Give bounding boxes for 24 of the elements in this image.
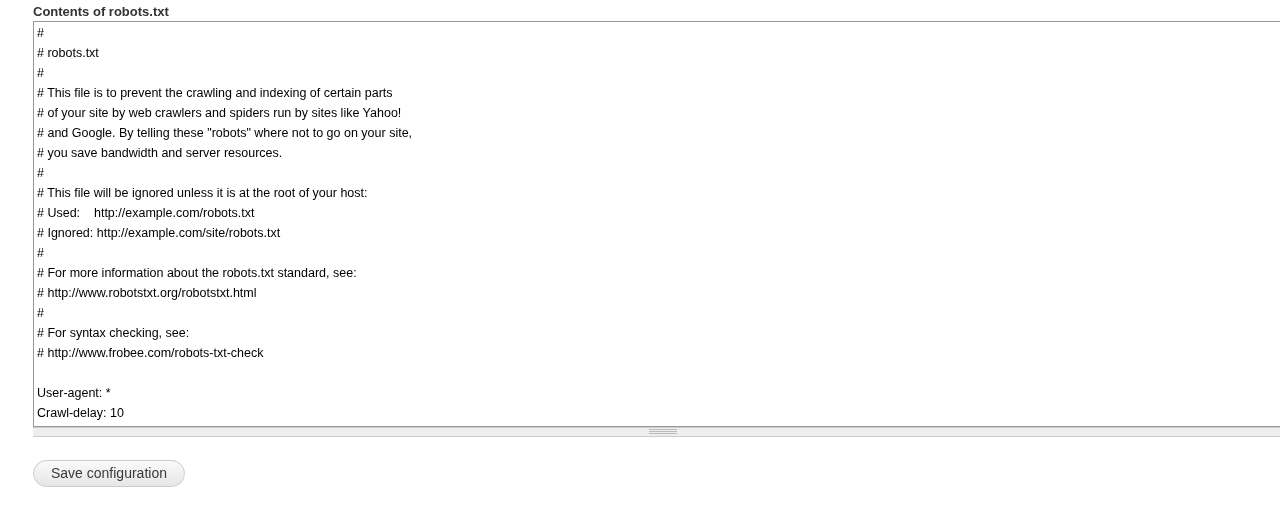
text-line: # (37, 65, 44, 82)
text-line: # For more information about the robots.txt standard, see: (37, 265, 357, 282)
text-line: # http://www.robotstxt.org/robotstxt.html (37, 285, 257, 302)
text-line: # This file will be ignored unless it is at the root of your host: (37, 185, 368, 202)
field-label: Contents of robots.txt (33, 3, 169, 21)
save-button[interactable]: Save configuration (33, 460, 185, 487)
text-line: # of your site by web crawlers and spiders run by sites like Yahoo! (37, 105, 402, 122)
text-line: # and Google. By telling these "robots" where not to go on your site, (37, 125, 413, 142)
text-line: # (37, 25, 44, 42)
text-line: # (37, 165, 44, 182)
text-line: # robots.txt (37, 45, 99, 62)
text-line: Crawl-delay: 10 (37, 405, 124, 422)
text-area-field[interactable] (33, 21, 1280, 427)
text-line: # (37, 305, 44, 322)
text-line: # (37, 245, 44, 262)
resize-handle[interactable] (33, 427, 1280, 437)
text-line: # This file is to prevent the crawling and indexing of certain parts (37, 85, 393, 102)
text-line: # you save bandwidth and server resources. (37, 145, 283, 162)
text-line: # Ignored: http://example.com/site/robots.txt (37, 225, 281, 242)
text-line: # http://www.frobee.com/robots-txt-check (37, 345, 264, 362)
grip-lines-icon (649, 429, 677, 435)
text-line: User-agent: * (37, 385, 111, 402)
text-line: # Used: http://example.com/robots.txt (37, 205, 255, 222)
text-line: # For syntax checking, see: (37, 325, 190, 342)
